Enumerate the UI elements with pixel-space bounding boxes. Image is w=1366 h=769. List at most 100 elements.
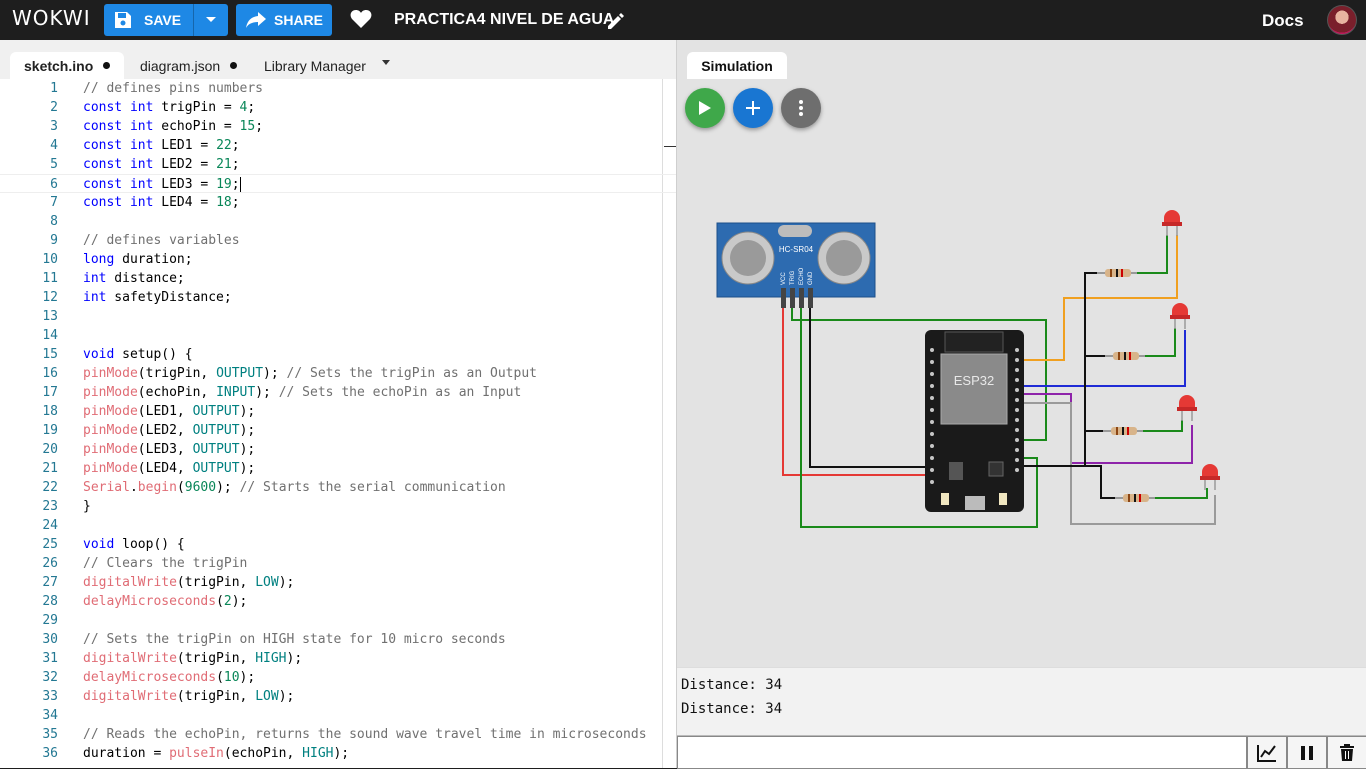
code-line[interactable]: 15 void setup() { <box>0 345 676 364</box>
code-text[interactable]: void loop() { <box>83 535 185 554</box>
pause-button[interactable] <box>1287 736 1327 769</box>
start-simulation-button[interactable] <box>685 88 725 128</box>
code-text[interactable]: void setup() { <box>83 345 193 364</box>
resistor[interactable] <box>1115 494 1155 502</box>
code-text[interactable]: pinMode(LED1, OUTPUT); <box>83 402 255 421</box>
code-line[interactable]: 6 const int LED3 = 19; <box>0 174 676 193</box>
code-line[interactable]: 9 // defines variables <box>0 231 676 250</box>
code-text[interactable]: } <box>83 497 91 516</box>
led-red[interactable] <box>1200 464 1220 490</box>
avatar[interactable] <box>1327 5 1357 35</box>
code-line[interactable]: 18 pinMode(LED1, OUTPUT); <box>0 402 676 421</box>
heart-icon[interactable] <box>350 9 372 29</box>
code-line[interactable]: 14 <box>0 326 676 345</box>
share-button[interactable]: SHARE <box>236 4 332 36</box>
code-text[interactable]: digitalWrite(trigPin, LOW); <box>83 687 294 706</box>
clear-button[interactable] <box>1327 736 1366 769</box>
project-title[interactable]: PRACTICA4 NIVEL DE AGUA <box>394 11 614 29</box>
wire-black[interactable] <box>809 308 931 468</box>
code-line[interactable]: 29 <box>0 611 676 630</box>
tab-sketch-ino[interactable]: sketch.ino <box>10 52 124 79</box>
code-line[interactable]: 24 <box>0 516 676 535</box>
plotter-button[interactable] <box>1247 736 1287 769</box>
code-text[interactable]: pinMode(LED3, OUTPUT); <box>83 440 255 459</box>
resistor[interactable] <box>1103 427 1143 435</box>
code-text[interactable]: const int LED4 = 18; <box>83 193 240 212</box>
code-line[interactable]: 12 int safetyDistance; <box>0 288 676 307</box>
code-text[interactable]: // Reads the echoPin, returns the sound … <box>83 725 647 744</box>
save-button[interactable]: SAVE <box>104 4 228 36</box>
code-line[interactable]: 7 const int LED4 = 18; <box>0 193 676 212</box>
code-text[interactable]: long duration; <box>83 250 193 269</box>
code-line[interactable]: 4 const int LED1 = 22; <box>0 136 676 155</box>
code-line[interactable]: 28 delayMicroseconds(2); <box>0 592 676 611</box>
code-text[interactable]: pinMode(echoPin, INPUT); // Sets the ech… <box>83 383 521 402</box>
wire-black[interactable] <box>1084 272 1097 466</box>
code-text[interactable]: // defines pins numbers <box>83 79 263 98</box>
pencil-icon[interactable] <box>606 11 626 31</box>
code-text[interactable]: // Sets the trigPin on HIGH state for 10… <box>83 630 506 649</box>
tab-menu-caret-icon[interactable] <box>382 60 390 65</box>
code-text[interactable]: delayMicroseconds(10); <box>83 668 255 687</box>
code-line[interactable]: 11 int distance; <box>0 269 676 288</box>
code-text[interactable]: const int trigPin = 4; <box>83 98 255 117</box>
circuit-canvas[interactable]: HC-SR04 VCC TRIG ECHO GND ESP32 <box>677 140 1366 540</box>
wire-purple[interactable] <box>1022 393 1193 464</box>
code-text[interactable]: delayMicroseconds(2); <box>83 592 247 611</box>
code-text[interactable]: // Clears the trigPin <box>83 554 247 573</box>
code-text[interactable]: digitalWrite(trigPin, HIGH); <box>83 649 302 668</box>
code-text[interactable]: // defines variables <box>83 231 240 250</box>
esp32-board[interactable]: ESP32 <box>925 330 1024 512</box>
code-line[interactable]: 21 pinMode(LED4, OUTPUT); <box>0 459 676 478</box>
tab-diagram-json[interactable]: diagram.json <box>126 52 251 79</box>
code-editor[interactable]: 1 // defines pins numbers 2 const int trigP… <box>0 79 676 768</box>
led-red[interactable] <box>1170 303 1190 329</box>
wire-red[interactable] <box>782 308 931 476</box>
code-line[interactable]: 17 pinMode(echoPin, INPUT); // Sets the e… <box>0 383 676 402</box>
code-text[interactable]: Serial.begin(9600); // Starts the serial… <box>83 478 506 497</box>
wire-green[interactable] <box>1137 235 1168 274</box>
wokwi-logo[interactable]: WOKWI <box>12 6 91 30</box>
code-line[interactable]: 8 <box>0 212 676 231</box>
code-line[interactable]: 13 <box>0 307 676 326</box>
led-red[interactable] <box>1162 210 1182 236</box>
code-text[interactable]: int distance; <box>83 269 185 288</box>
code-text[interactable]: duration = pulseIn(echoPin, HIGH); <box>83 744 349 763</box>
save-main-button[interactable]: SAVE <box>104 4 194 36</box>
code-text[interactable]: pinMode(LED4, OUTPUT); <box>83 459 255 478</box>
more-options-button[interactable] <box>781 88 821 128</box>
code-text[interactable]: const int LED1 = 22; <box>83 136 240 155</box>
tab-simulation[interactable]: Simulation <box>687 52 787 79</box>
code-line[interactable]: 2 const int trigPin = 4; <box>0 98 676 117</box>
code-line[interactable]: 26 // Clears the trigPin <box>0 554 676 573</box>
wire-green[interactable] <box>1145 328 1176 357</box>
code-line[interactable]: 36 duration = pulseIn(echoPin, HIGH); <box>0 744 676 763</box>
code-text[interactable]: digitalWrite(trigPin, LOW); <box>83 573 294 592</box>
code-line[interactable]: 1 // defines pins numbers <box>0 79 676 98</box>
save-dropdown-button[interactable] <box>194 4 228 36</box>
code-text[interactable]: pinMode(LED2, OUTPUT); <box>83 421 255 440</box>
wire-green[interactable] <box>1143 420 1183 432</box>
led-red[interactable] <box>1177 395 1197 421</box>
code-text[interactable]: const int LED3 = 19; <box>83 175 241 194</box>
code-line[interactable]: 3 const int echoPin = 15; <box>0 117 676 136</box>
resistor[interactable] <box>1097 269 1137 277</box>
code-line[interactable]: 30 // Sets the trigPin on HIGH state for … <box>0 630 676 649</box>
code-line[interactable]: 35 // Reads the echoPin, returns the soun… <box>0 725 676 744</box>
code-line[interactable]: 19 pinMode(LED2, OUTPUT); <box>0 421 676 440</box>
code-text[interactable]: const int LED2 = 21; <box>83 155 240 174</box>
code-text[interactable]: int safetyDistance; <box>83 288 232 307</box>
hc-sr04-sensor[interactable]: HC-SR04 VCC TRIG ECHO GND <box>716 222 876 308</box>
code-line[interactable]: 5 const int LED2 = 21; <box>0 155 676 174</box>
code-line[interactable]: 22 Serial.begin(9600); // Starts the seri… <box>0 478 676 497</box>
code-line[interactable]: 33 digitalWrite(trigPin, LOW); <box>0 687 676 706</box>
code-line[interactable]: 31 digitalWrite(trigPin, HIGH); <box>0 649 676 668</box>
code-line[interactable]: 20 pinMode(LED3, OUTPUT); <box>0 440 676 459</box>
wire-green[interactable] <box>1155 488 1208 499</box>
code-text[interactable]: const int echoPin = 15; <box>83 117 263 136</box>
add-part-button[interactable] <box>733 88 773 128</box>
serial-input[interactable] <box>677 736 1247 769</box>
code-line[interactable]: 34 <box>0 706 676 725</box>
code-line[interactable]: 16 pinMode(trigPin, OUTPUT); // Sets the … <box>0 364 676 383</box>
resistor[interactable] <box>1105 352 1145 360</box>
